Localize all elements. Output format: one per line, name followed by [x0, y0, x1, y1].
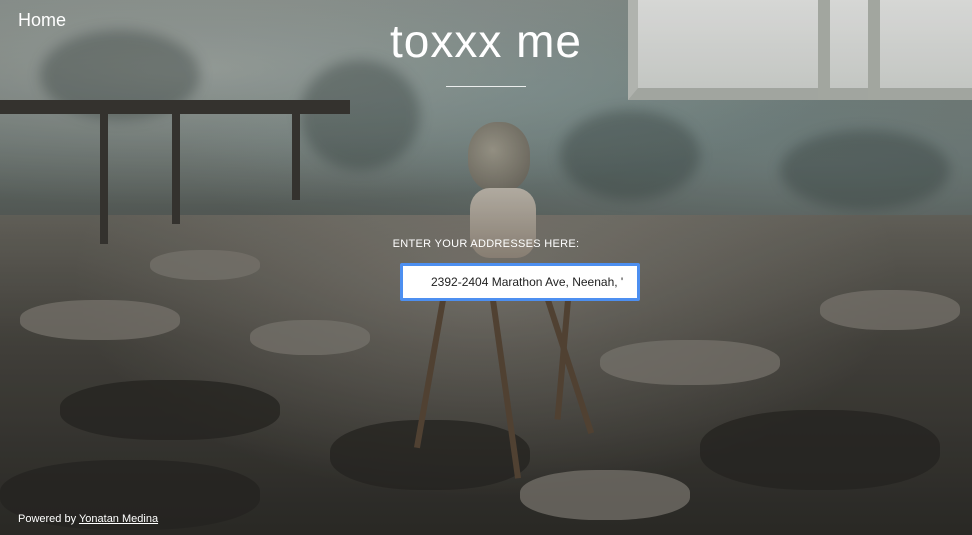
title-divider: [446, 86, 526, 87]
footer: Powered by Yonatan Medina: [18, 513, 158, 525]
address-prompt-label: ENTER YOUR ADDRESSES HERE:: [392, 238, 580, 250]
powered-by-text: Powered by: [18, 513, 77, 525]
address-input[interactable]: [400, 263, 640, 301]
author-link[interactable]: Yonatan Medina: [79, 513, 158, 525]
site-title: toxxx me: [389, 15, 583, 67]
